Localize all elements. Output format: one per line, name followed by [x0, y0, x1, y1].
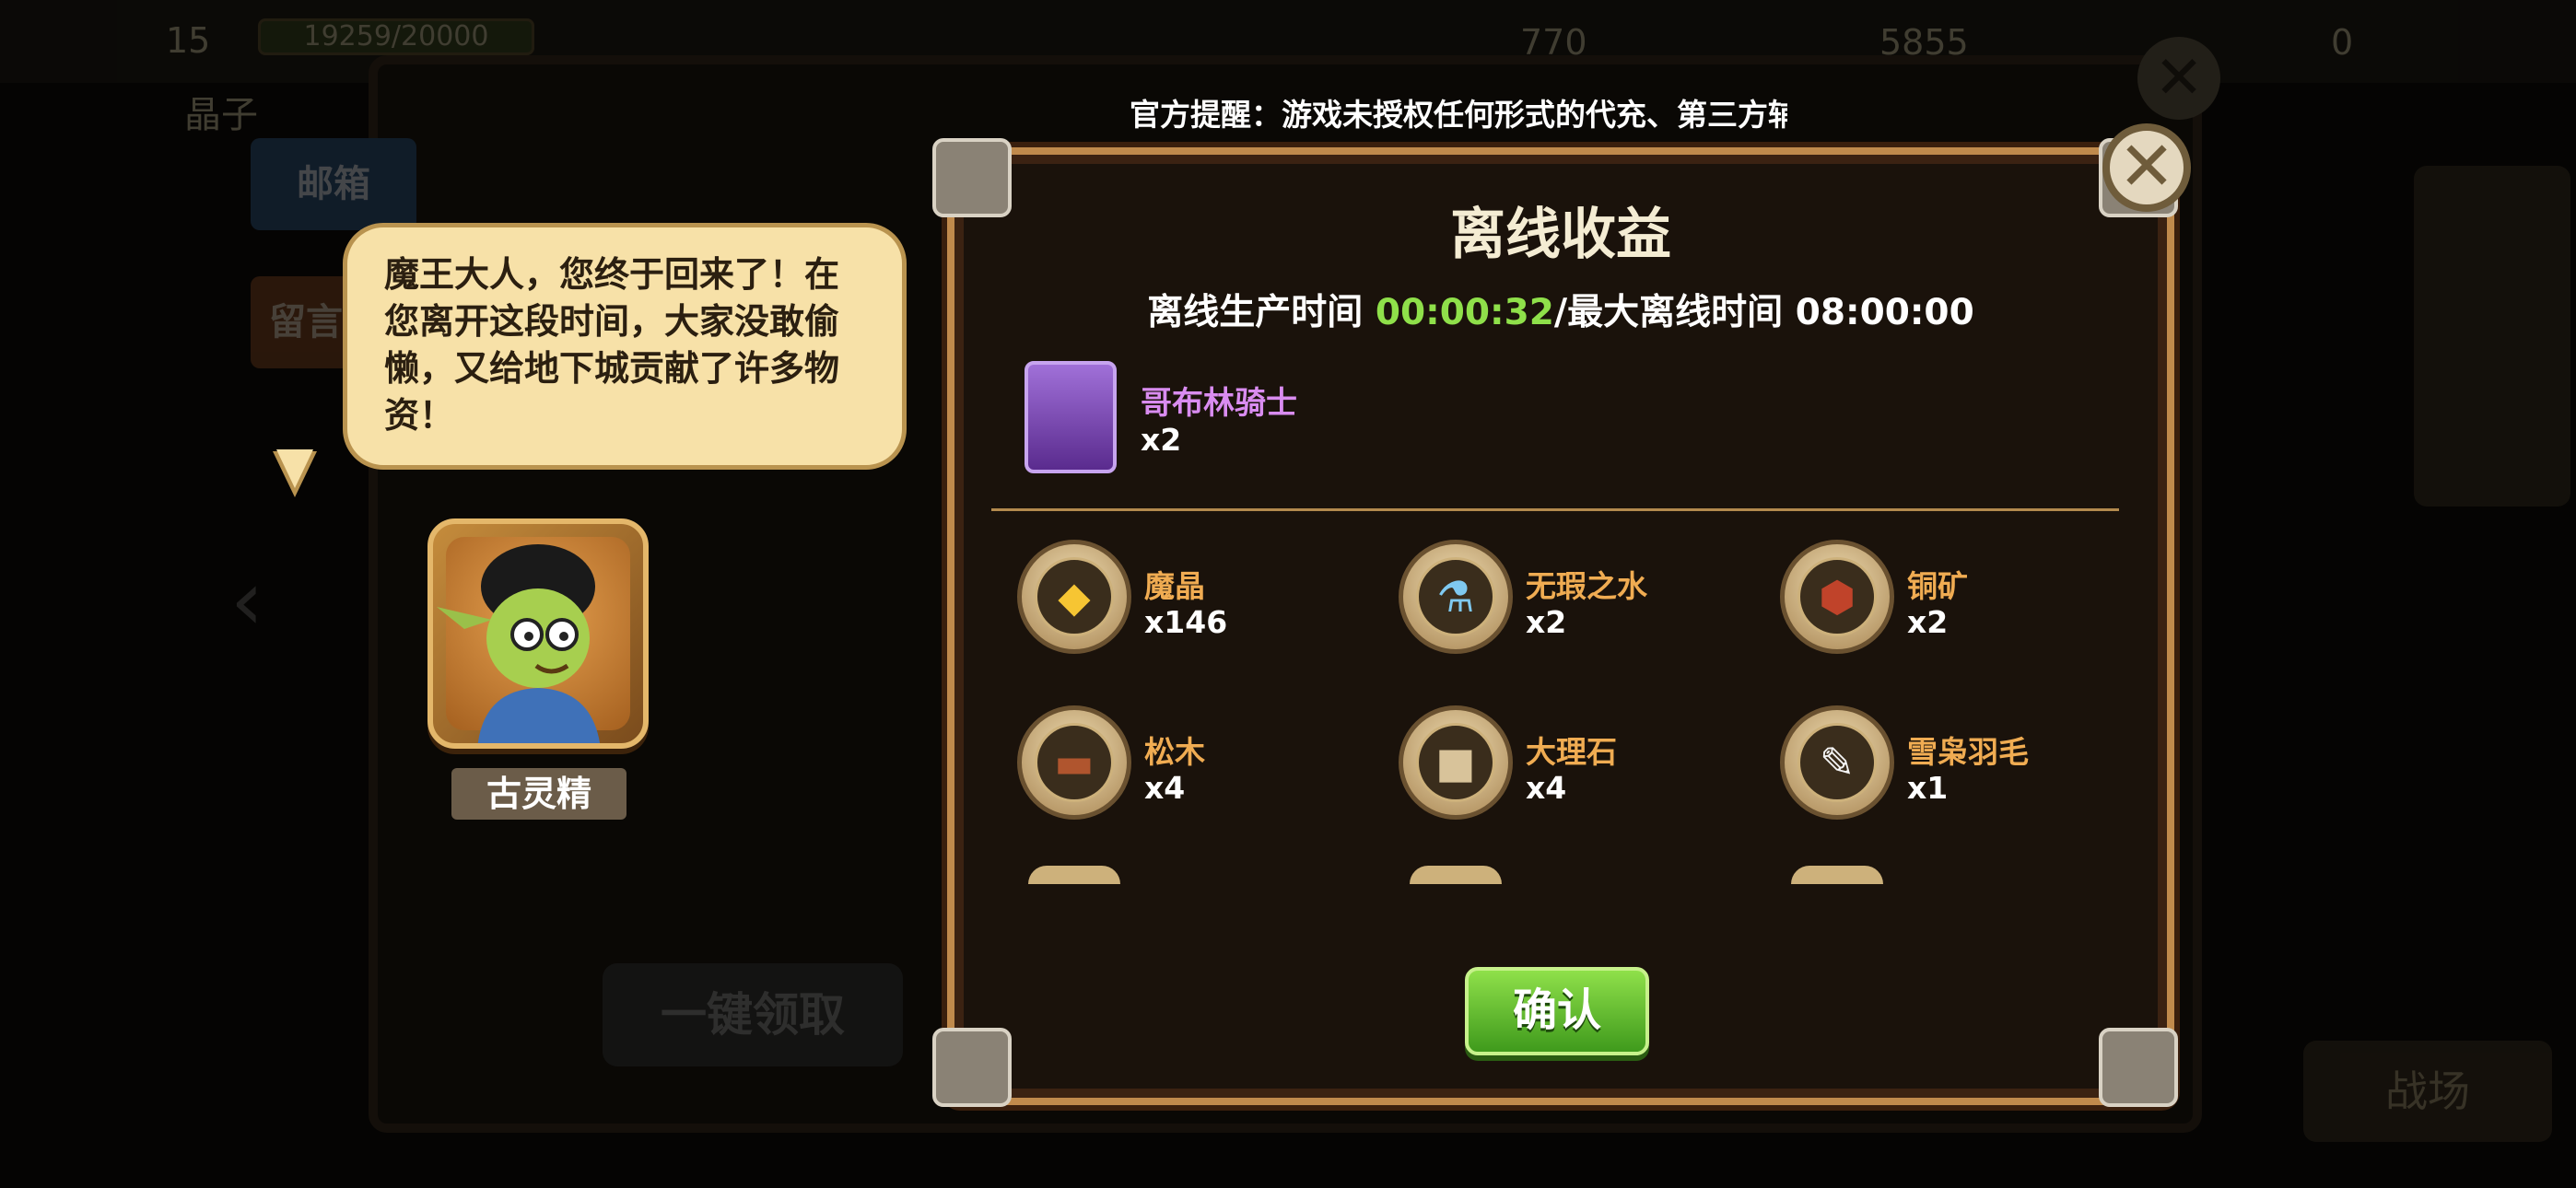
dialog-title: 离线收益: [1450, 203, 1671, 267]
item-count: x1: [1907, 770, 1949, 806]
max-offline-time: /最大离线时间 08:00:00: [1553, 292, 1974, 333]
offline-time-value: 00:00:32: [1375, 292, 1554, 333]
speech-bubble: 魔王大人，您终于回来了！在您离开这段时间，大家没敢偷懒，又给地下城贡献了许多物资…: [343, 223, 907, 470]
cutoff-item-medal: [1791, 866, 1883, 884]
exp-bar: 19259/20000: [258, 18, 534, 55]
speech-text: 魔王大人，您终于回来了！在您离开这段时间，大家没敢偷懒，又给地下城贡献了许多物资…: [384, 254, 840, 436]
item-medal: ◆: [1017, 540, 1131, 654]
item-count: x4: [1526, 770, 1567, 806]
offline-time-label: 离线生产时间: [1147, 292, 1376, 333]
item-count: x4: [1144, 770, 1186, 806]
npc-name-label: 古灵精: [451, 768, 626, 820]
item-medal: ⬢: [1780, 540, 1894, 654]
npc-portrait: [427, 518, 649, 749]
water-bottle-icon: ⚗: [1436, 572, 1475, 622]
speech-tail-fill: [276, 449, 313, 488]
goblin-knight-icon: [1025, 361, 1117, 473]
reward-item: ✎ 雪枭羽毛 x1: [1780, 705, 2130, 825]
claim-all-button[interactable]: 一键领取: [603, 963, 903, 1066]
battlefield-button[interactable]: 战场: [2303, 1041, 2552, 1142]
pine-wood-icon: ▬: [1054, 738, 1095, 787]
crystal-label: 晶子: [184, 94, 258, 136]
item-medal: ⚗: [1399, 540, 1513, 654]
item-name: 大理石: [1526, 734, 1617, 770]
item-medal: ✎: [1780, 705, 1894, 820]
reward-item: ◆ 魔晶 x146: [1017, 540, 1367, 659]
item-name: 无瑕之水: [1526, 568, 1647, 604]
hero-name: 哥布林骑士: [1141, 385, 1297, 422]
item-count: x2: [1526, 604, 1567, 640]
item-medal: ▬: [1017, 705, 1131, 820]
confirm-button[interactable]: 确认: [1465, 967, 1649, 1055]
cutoff-item-medal: [1028, 866, 1120, 884]
dialog-corner: [2099, 1028, 2178, 1107]
hero-count: x2: [1141, 422, 1182, 458]
item-name: 魔晶: [1144, 568, 1205, 604]
reward-item: ▬ 松木 x4: [1017, 705, 1367, 825]
reward-item: ⬢ 铜矿 x2: [1780, 540, 2130, 659]
crystal-icon: ◆: [1058, 572, 1091, 622]
dialog-corner: [932, 1028, 1012, 1107]
feather-icon: ✎: [1819, 738, 1856, 787]
cutoff-item-medal: [1410, 866, 1502, 884]
goblin-icon: [437, 544, 600, 743]
divider: [991, 508, 2119, 511]
tab-mailbox[interactable]: 邮箱: [251, 138, 416, 230]
item-medal: ■: [1399, 705, 1513, 820]
player-level: 15: [166, 20, 211, 61]
copper-ore-icon: ⬢: [1818, 572, 1856, 622]
chevron-left-icon[interactable]: ‹: [230, 553, 263, 649]
mailbox-close-icon[interactable]: ✕: [2137, 37, 2220, 120]
item-name: 铜矿: [1907, 568, 1968, 604]
reward-item: ■ 大理石 x4: [1399, 705, 1749, 825]
marble-icon: ■: [1435, 738, 1476, 787]
resource-value: 0: [2331, 22, 2354, 63]
item-count: x2: [1907, 604, 1949, 640]
item-name: 松木: [1144, 734, 1205, 770]
item-name: 雪枭羽毛: [1907, 734, 2029, 770]
side-event-panel[interactable]: [2414, 166, 2570, 507]
item-count: x146: [1144, 604, 1228, 640]
reward-item: ⚗ 无瑕之水 x2: [1399, 540, 1749, 659]
official-notice: 官方提醒：游戏未授权任何形式的代充、第三方辅: [1130, 97, 1787, 133]
offline-time-line: 离线生产时间 00:00:32/最大离线时间 08:00:00: [947, 284, 2174, 335]
